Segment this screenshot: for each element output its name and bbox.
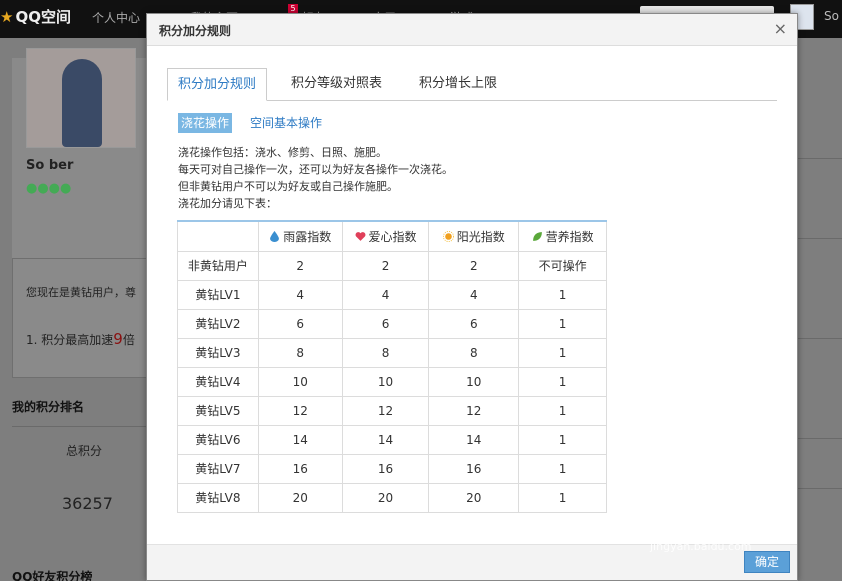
header-sun: 阳光指数 [428, 220, 520, 252]
row-label: 黄钻LV8 [177, 482, 259, 513]
table-cell: 8 [428, 337, 520, 368]
score-rules-table: 雨露指数 爱心指数 阳光指数 营养指数 非黄钻用户 2 2 2 不可操作 黄钻LV1 4 4… [177, 220, 607, 513]
table-cell: 12 [257, 395, 343, 426]
row-label: 黄钻LV2 [177, 308, 259, 339]
subtab-basic-ops[interactable]: 空间基本操作 [250, 113, 322, 133]
table-cell: 16 [428, 453, 520, 484]
table-cell: 14 [257, 424, 343, 455]
table-cell: 12 [341, 395, 430, 426]
row-label: 黄钻LV7 [177, 453, 259, 484]
row-label: 黄钻LV6 [177, 424, 259, 455]
tab-level-table[interactable]: 积分等级对照表 [281, 68, 392, 101]
nav-personal-center[interactable]: 个人中心 [92, 9, 140, 26]
dialog-title: 积分加分规则 [159, 24, 232, 38]
table-cell: 20 [341, 482, 430, 513]
desc-line: 但非黄钻用户不可以为好友或自己操作施肥。 [178, 180, 398, 193]
table-cell: 8 [341, 337, 430, 368]
table-cell: 12 [428, 395, 520, 426]
desc-line: 浇花操作包括：浇水、修剪、日照、施肥。 [178, 146, 387, 159]
table-cell: 6 [341, 308, 430, 339]
table-cell: 2 [428, 250, 520, 281]
table-cell: 2 [341, 250, 430, 281]
table-cell: 10 [257, 366, 343, 397]
ok-button[interactable]: 确定 [744, 551, 790, 573]
header-love: 爱心指数 [341, 220, 430, 252]
rank-title: 我的积分排名 [12, 400, 85, 414]
table-cell: 16 [341, 453, 430, 484]
header-cell-empty [177, 220, 259, 252]
profile-name[interactable]: So ber [26, 158, 73, 173]
divider [12, 426, 148, 427]
table-cell: 1 [518, 279, 607, 310]
benefit-text: 1. 积分最高加速9倍 [26, 330, 135, 348]
table-row: 黄钻LV1 4 4 4 1 [177, 279, 607, 310]
dialog-header: 积分加分规则 × [147, 14, 797, 46]
table-row: 黄钻LV7 16 16 16 1 [177, 453, 607, 484]
qzone-logo[interactable]: ★ QQ空间 [0, 6, 71, 27]
total-score-value: 36257 [62, 494, 113, 513]
desc-line: 每天可对自己操作一次，还可以为好友各操作一次浇花。 [178, 163, 453, 176]
total-score-label: 总积分 [66, 444, 103, 458]
table-cell: 1 [518, 337, 607, 368]
table-cell: 14 [428, 424, 520, 455]
table-cell: 1 [518, 424, 607, 455]
profile-photo[interactable] [26, 48, 136, 148]
leaf-icon [532, 231, 542, 241]
heart-icon [355, 231, 365, 241]
table-row: 黄钻LV8 20 20 20 1 [177, 482, 607, 513]
table-cell: 1 [518, 453, 607, 484]
baidu-watermark-url: jingyan.baidu.com [650, 540, 752, 553]
table-row: 黄钻LV6 14 14 14 1 [177, 424, 607, 455]
row-label: 黄钻LV4 [177, 366, 259, 397]
background-right-panel [798, 118, 842, 518]
table-cell: 10 [341, 366, 430, 397]
water-drop-icon [270, 230, 280, 242]
row-label: 黄钻LV1 [177, 279, 259, 310]
table-row: 黄钻LV3 8 8 8 1 [177, 337, 607, 368]
row-label: 非黄钻用户 [177, 250, 259, 281]
table-cell: 20 [428, 482, 520, 513]
subtab-watering[interactable]: 浇花操作 [178, 113, 233, 133]
table-cell: 1 [518, 395, 607, 426]
sun-icon [442, 230, 454, 242]
table-row: 非黄钻用户 2 2 2 不可操作 [177, 250, 607, 281]
table-cell: 6 [257, 308, 343, 339]
table-cell: 4 [341, 279, 430, 310]
table-cell: 6 [428, 308, 520, 339]
notice-box [12, 258, 148, 378]
table-cell: 20 [257, 482, 343, 513]
desc-line: 浇花加分请见下表： [178, 197, 277, 210]
table-cell: 1 [518, 482, 607, 513]
table-row: 黄钻LV5 12 12 12 1 [177, 395, 607, 426]
friend-rank-title: QQ好友积分榜 [12, 570, 93, 581]
header-dew: 雨露指数 [257, 220, 343, 252]
table-header-row: 雨露指数 爱心指数 阳光指数 营养指数 [177, 220, 607, 252]
tab-score-rules[interactable]: 积分加分规则 [167, 68, 268, 101]
header-nutrition: 营养指数 [518, 220, 607, 252]
table-cell: 1 [518, 308, 607, 339]
notice-text: 您现在是黄钻用户，尊 [26, 286, 136, 299]
table-cell: 8 [257, 337, 343, 368]
table-cell: 16 [257, 453, 343, 484]
table-cell: 不可操作 [518, 250, 607, 281]
tab-bar: 积分加分规则 积分等级对照表 积分增长上限 [167, 68, 777, 101]
user-name-short[interactable]: So [824, 9, 839, 23]
table-row: 黄钻LV4 10 10 10 1 [177, 366, 607, 397]
baidu-watermark: Baidu经验 [648, 496, 784, 526]
row-label: 黄钻LV5 [177, 395, 259, 426]
table-cell: 2 [257, 250, 343, 281]
table-cell: 1 [518, 366, 607, 397]
rules-description: 浇花操作包括：浇水、修剪、日照、施肥。 每天可对自己操作一次，还可以为好友各操作… [178, 144, 453, 212]
table-cell: 4 [428, 279, 520, 310]
table-cell: 4 [257, 279, 343, 310]
close-icon[interactable]: × [774, 18, 787, 40]
vip-level-icons: ●●●● [26, 181, 72, 196]
row-label: 黄钻LV3 [177, 337, 259, 368]
table-cell: 14 [341, 424, 430, 455]
table-cell: 10 [428, 366, 520, 397]
tab-growth-limit[interactable]: 积分增长上限 [409, 68, 507, 101]
table-row: 黄钻LV2 6 6 6 1 [177, 308, 607, 339]
